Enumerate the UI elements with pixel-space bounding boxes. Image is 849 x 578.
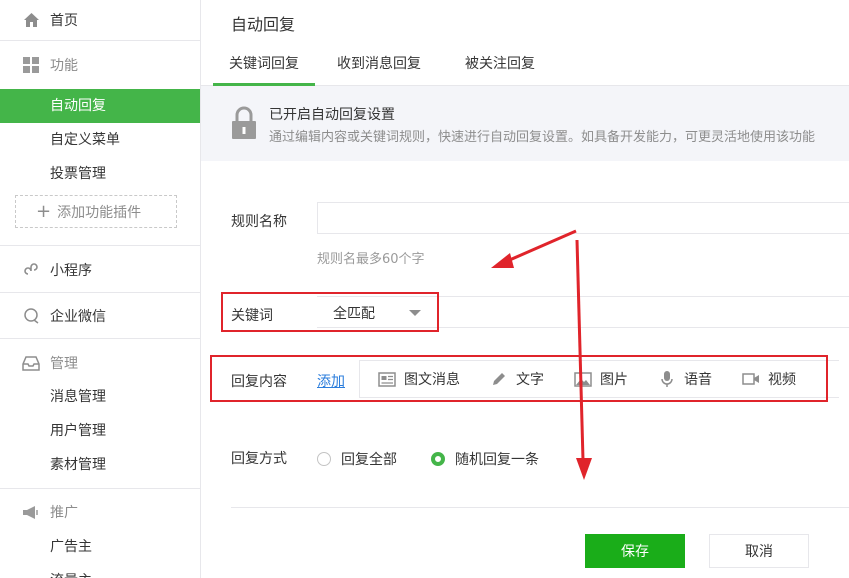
divider xyxy=(0,245,200,246)
sidebar-item-vote[interactable]: 投票管理 xyxy=(0,157,200,191)
sidebar-section-label: 功能 xyxy=(50,58,78,74)
divider xyxy=(0,338,200,339)
divider xyxy=(0,488,200,489)
sidebar-section-label: 管理 xyxy=(50,356,78,372)
tab-message-reply[interactable]: 收到消息回复 xyxy=(337,43,421,86)
main-content: 自动回复 关键词回复 收到消息回复 被关注回复 已开启自动回复设置 通过编辑内容… xyxy=(201,0,849,578)
sidebar-item-message-manage[interactable]: 消息管理 xyxy=(0,380,200,414)
rule-name-hint: 规则名最多60个字 xyxy=(317,252,425,267)
rule-name-label: 规则名称 xyxy=(231,214,287,230)
notice-description: 通过编辑内容或关键词规则，快速进行自动回复设置。如具备开发能力，可更灵活地使用该… xyxy=(269,130,816,145)
sidebar-section-label: 推广 xyxy=(50,505,78,521)
tab-bar: 关键词回复 收到消息回复 被关注回复 xyxy=(201,43,849,86)
tab-follow-reply[interactable]: 被关注回复 xyxy=(465,43,535,86)
annotation-box-reply-content xyxy=(210,355,828,402)
sidebar-item-mini-program[interactable]: 小程序 xyxy=(0,256,200,284)
grid-icon xyxy=(22,56,40,74)
sidebar-item-material-manage[interactable]: 素材管理 xyxy=(0,448,200,482)
divider xyxy=(0,292,200,293)
sidebar-section-promote: 推广 xyxy=(0,499,200,525)
inbox-icon xyxy=(22,354,40,372)
megaphone-icon xyxy=(22,503,40,521)
lock-icon xyxy=(231,106,257,144)
rule-name-input[interactable] xyxy=(317,202,849,234)
radio-circle xyxy=(317,452,331,466)
sidebar-item-home[interactable]: 首页 xyxy=(0,0,200,41)
home-icon xyxy=(22,11,40,29)
divider xyxy=(231,507,849,508)
radio-circle-checked xyxy=(431,452,445,466)
add-plugin-button[interactable]: + 添加功能插件 xyxy=(15,195,177,228)
save-button[interactable]: 保存 xyxy=(585,534,685,568)
sidebar-item-user-manage[interactable]: 用户管理 xyxy=(0,414,200,448)
sidebar-item-advertiser[interactable]: 广告主 xyxy=(0,530,200,564)
sidebar: 首页 功能 自动回复 自定义菜单 投票管理 + 添加功能插件 小程序 企业微信 … xyxy=(0,0,201,578)
sidebar-item-label: 首页 xyxy=(50,13,78,29)
status-notice: 已开启自动回复设置 通过编辑内容或关键词规则，快速进行自动回复设置。如具备开发能… xyxy=(201,86,849,161)
notice-title: 已开启自动回复设置 xyxy=(269,107,395,123)
sidebar-section-function: 功能 xyxy=(0,41,200,89)
add-plugin-label: 添加功能插件 xyxy=(57,204,142,221)
sidebar-item-custom-menu[interactable]: 自定义菜单 xyxy=(0,123,200,157)
reply-mode-label: 回复方式 xyxy=(231,451,287,467)
radio-label: 回复全部 xyxy=(341,452,397,468)
annotation-box-keyword xyxy=(221,292,439,332)
sidebar-item-auto-reply[interactable]: 自动回复 xyxy=(0,89,200,123)
sidebar-section-manage: 管理 xyxy=(0,350,200,376)
radio-reply-all[interactable]: 回复全部 xyxy=(317,449,397,469)
sidebar-item-enterprise-wechat[interactable]: 企业微信 xyxy=(0,302,200,330)
plus-icon: + xyxy=(36,200,52,222)
cancel-button[interactable]: 取消 xyxy=(709,534,809,568)
tab-keyword-reply[interactable]: 关键词回复 xyxy=(213,43,315,86)
sidebar-item-traffic-owner[interactable]: 流量主 xyxy=(0,564,200,578)
radio-random-reply[interactable]: 随机回复一条 xyxy=(431,449,539,469)
radio-label: 随机回复一条 xyxy=(455,452,539,468)
chat-icon xyxy=(22,307,40,325)
mini-program-icon xyxy=(22,261,40,279)
sidebar-item-label: 小程序 xyxy=(50,263,92,279)
page-title: 自动回复 xyxy=(231,15,296,34)
sidebar-item-label: 企业微信 xyxy=(50,309,106,325)
